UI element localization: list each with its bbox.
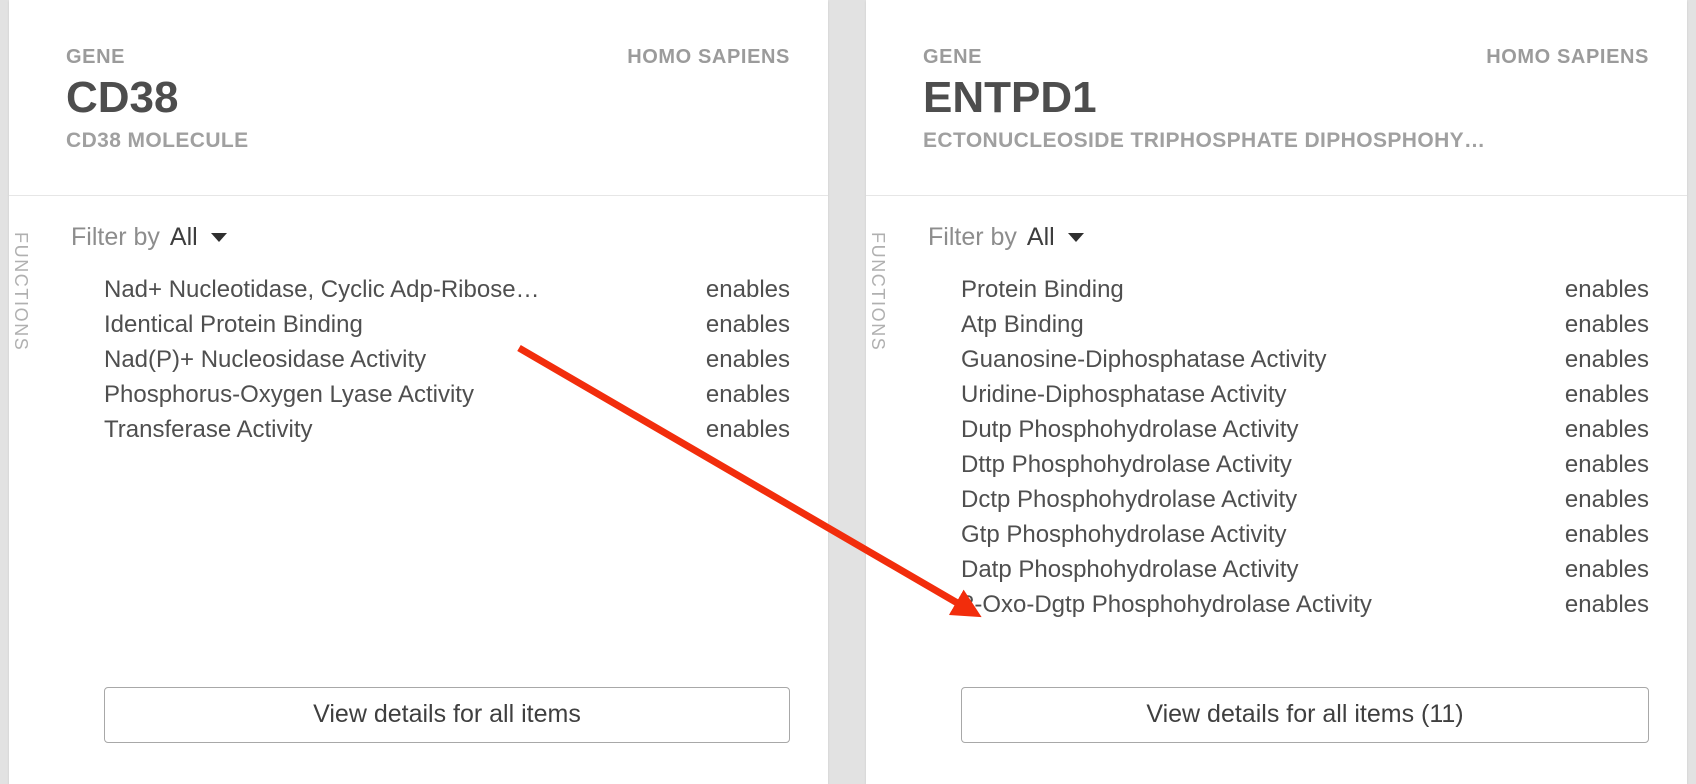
functions-list: Protein Binding enables Atp Binding enab… xyxy=(928,272,1649,687)
filter-row: Filter by All xyxy=(71,216,790,258)
function-relation: enables xyxy=(705,381,790,408)
card-header: GENE HOMO SAPIENS ENTPD1 ECTONUCLEOSIDE … xyxy=(866,8,1687,196)
card-body-main: Filter by All Protein Binding enables At… xyxy=(928,210,1687,775)
functions-list: Nad+ Nucleotidase, Cyclic Adp-Ribose… en… xyxy=(71,272,790,687)
filter-value-dropdown[interactable]: All xyxy=(1027,223,1055,252)
function-label: Dttp Phosphohydrolase Activity xyxy=(961,451,1292,478)
list-item[interactable]: Gtp Phosphohydrolase Activity enables xyxy=(961,517,1649,552)
function-relation: enables xyxy=(1564,416,1649,443)
card-inner: GENE HOMO SAPIENS ENTPD1 ECTONUCLEOSIDE … xyxy=(866,8,1687,775)
list-item[interactable]: Nad(P)+ Nucleosidase Activity enables xyxy=(104,342,790,377)
card-body: FUNCTIONS Filter by All Protein Binding … xyxy=(866,196,1687,775)
list-item[interactable]: Guanosine-Diphosphatase Activity enables xyxy=(961,342,1649,377)
section-rail: FUNCTIONS xyxy=(866,210,928,775)
species-label: HOMO SAPIENS xyxy=(1486,46,1649,68)
function-relation: enables xyxy=(1564,591,1649,618)
function-label: Dutp Phosphohydrolase Activity xyxy=(961,416,1299,443)
function-label: 8-Oxo-Dgtp Phosphohydrolase Activity xyxy=(961,591,1372,618)
function-relation: enables xyxy=(1564,381,1649,408)
list-item[interactable]: Dctp Phosphohydrolase Activity enables xyxy=(961,482,1649,517)
card-body: FUNCTIONS Filter by All Nad+ Nucleotidas… xyxy=(9,196,828,775)
function-relation: enables xyxy=(1564,521,1649,548)
function-relation: enables xyxy=(705,346,790,373)
function-relation: enables xyxy=(1564,556,1649,583)
gene-card-cd38: GENE HOMO SAPIENS CD38 CD38 MOLECULE FUN… xyxy=(9,0,828,784)
function-label: Datp Phosphohydrolase Activity xyxy=(961,556,1299,583)
card-body-main: Filter by All Nad+ Nucleotidase, Cyclic … xyxy=(71,210,828,775)
card-gutter xyxy=(828,0,866,784)
list-item[interactable]: Transferase Activity enables xyxy=(104,412,790,447)
section-rail: FUNCTIONS xyxy=(9,210,71,775)
list-item[interactable]: Protein Binding enables xyxy=(961,272,1649,307)
function-label: Nad(P)+ Nucleosidase Activity xyxy=(104,346,427,373)
gene-card-entpd1: GENE HOMO SAPIENS ENTPD1 ECTONUCLEOSIDE … xyxy=(866,0,1687,784)
gene-name: ENTPD1 xyxy=(923,73,1097,122)
function-label: Uridine-Diphosphatase Activity xyxy=(961,381,1287,408)
function-relation: enables xyxy=(1564,311,1649,338)
gene-description: CD38 MOLECULE xyxy=(66,129,249,153)
filter-by-label: Filter by xyxy=(928,222,1017,251)
function-label: Identical Protein Binding xyxy=(104,311,363,338)
function-label: Protein Binding xyxy=(961,276,1124,303)
entity-kicker: GENE xyxy=(66,46,126,68)
function-label: Dctp Phosphohydrolase Activity xyxy=(961,486,1298,513)
list-item[interactable]: Nad+ Nucleotidase, Cyclic Adp-Ribose… en… xyxy=(104,272,790,307)
filter-by-label: Filter by xyxy=(71,222,160,251)
card-footer: View details for all items (11) xyxy=(928,687,1649,775)
card-header: GENE HOMO SAPIENS CD38 CD38 MOLECULE xyxy=(9,8,828,196)
function-relation: enables xyxy=(1564,451,1649,478)
chevron-down-icon[interactable] xyxy=(210,232,227,242)
gene-name: CD38 xyxy=(66,73,179,122)
chevron-down-icon[interactable] xyxy=(1067,232,1084,242)
card-footer: View details for all items xyxy=(71,687,790,775)
section-rail-label: FUNCTIONS xyxy=(868,232,888,352)
function-relation: enables xyxy=(1564,346,1649,373)
list-item[interactable]: Datp Phosphohydrolase Activity enables xyxy=(961,552,1649,587)
function-label: Transferase Activity xyxy=(104,416,313,443)
list-item[interactable]: Identical Protein Binding enables xyxy=(104,307,790,342)
header-top-row: GENE HOMO SAPIENS xyxy=(923,46,1649,69)
function-relation: enables xyxy=(1564,276,1649,303)
list-item[interactable]: 8-Oxo-Dgtp Phosphohydrolase Activity ena… xyxy=(961,587,1649,622)
list-item[interactable]: Dutp Phosphohydrolase Activity enables xyxy=(961,412,1649,447)
header-top-row: GENE HOMO SAPIENS xyxy=(66,46,790,69)
function-label: Phosphorus-Oxygen Lyase Activity xyxy=(104,381,474,408)
function-relation: enables xyxy=(705,416,790,443)
function-relation: enables xyxy=(705,276,790,303)
section-rail-label: FUNCTIONS xyxy=(11,232,31,352)
view-details-button[interactable]: View details for all items (11) xyxy=(961,687,1649,743)
species-label: HOMO SAPIENS xyxy=(627,46,790,68)
right-gutter xyxy=(1687,0,1696,784)
filter-value-dropdown[interactable]: All xyxy=(170,223,198,252)
function-label: Guanosine-Diphosphatase Activity xyxy=(961,346,1327,373)
list-item[interactable]: Dttp Phosphohydrolase Activity enables xyxy=(961,447,1649,482)
gene-description: ECTONUCLEOSIDE TRIPHOSPHATE DIPHOSPHOHY… xyxy=(923,129,1486,153)
left-gutter xyxy=(0,0,9,784)
gene-card-pair: GENE HOMO SAPIENS CD38 CD38 MOLECULE FUN… xyxy=(0,0,1696,784)
card-inner: GENE HOMO SAPIENS CD38 CD38 MOLECULE FUN… xyxy=(9,8,828,775)
filter-row: Filter by All xyxy=(928,216,1649,258)
function-label: Atp Binding xyxy=(961,311,1084,338)
list-item[interactable]: Phosphorus-Oxygen Lyase Activity enables xyxy=(104,377,790,412)
entity-kicker: GENE xyxy=(923,46,983,68)
list-item[interactable]: Atp Binding enables xyxy=(961,307,1649,342)
view-details-button[interactable]: View details for all items xyxy=(104,687,790,743)
list-item[interactable]: Uridine-Diphosphatase Activity enables xyxy=(961,377,1649,412)
function-label: Gtp Phosphohydrolase Activity xyxy=(961,521,1287,548)
function-relation: enables xyxy=(1564,486,1649,513)
function-label: Nad+ Nucleotidase, Cyclic Adp-Ribose… xyxy=(104,276,540,303)
function-relation: enables xyxy=(705,311,790,338)
page-root: GENE HOMO SAPIENS CD38 CD38 MOLECULE FUN… xyxy=(0,0,1696,784)
